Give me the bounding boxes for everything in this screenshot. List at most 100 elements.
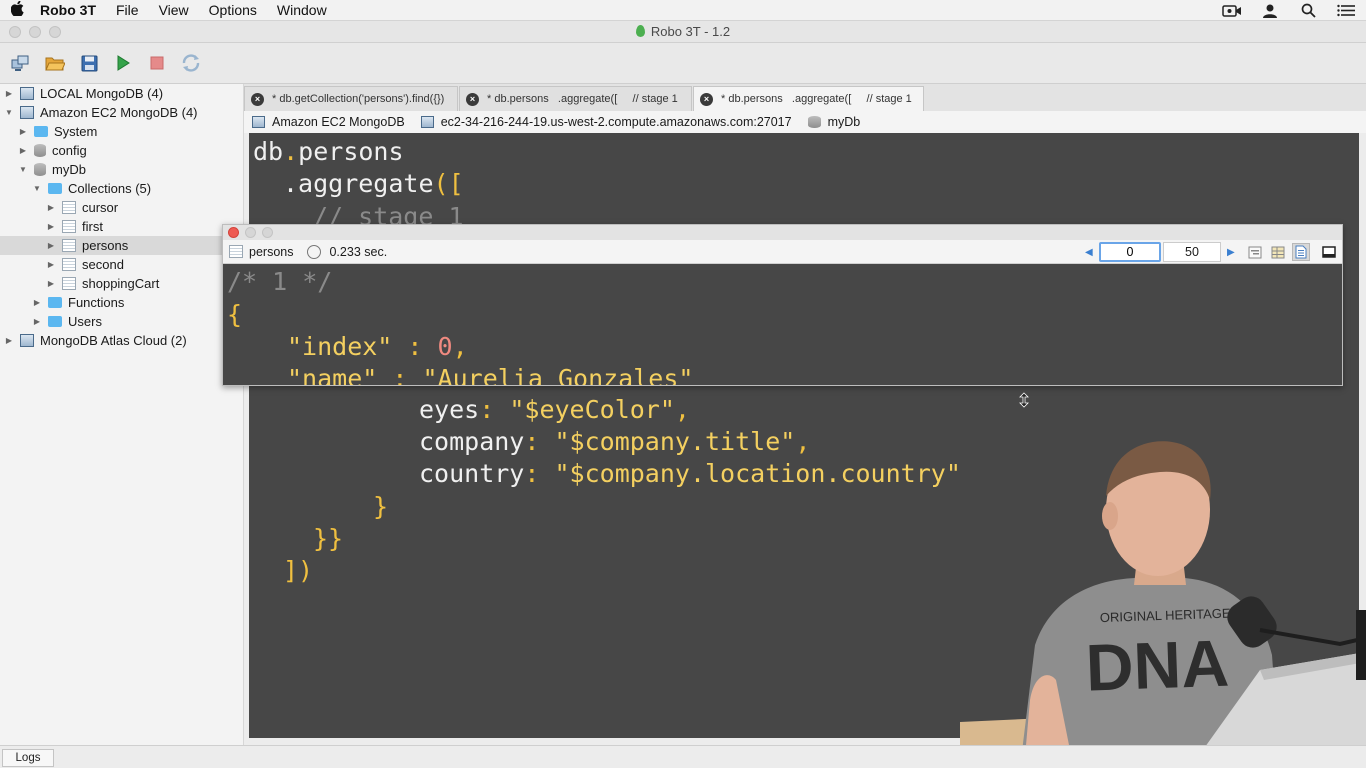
open-icon[interactable] bbox=[44, 52, 66, 74]
expand-arrow-icon[interactable]: ▶ bbox=[46, 279, 56, 288]
tree-item-label: cursor bbox=[82, 200, 119, 215]
tree-item-shoppingcart[interactable]: ▶ shoppingCart bbox=[0, 274, 243, 293]
status-bar: Logs bbox=[0, 745, 1366, 768]
close-tab-icon[interactable]: × bbox=[251, 92, 264, 106]
tree-item-amazon-ec2[interactable]: ▼ Amazon EC2 MongoDB (4) bbox=[0, 103, 243, 122]
code-token: , bbox=[452, 332, 468, 361]
tab-aggregate-2[interactable]: × * db.persons .aggregate([ // stage 1 bbox=[693, 86, 924, 111]
collapse-arrow-icon[interactable]: ▼ bbox=[32, 184, 42, 193]
connection-database-label: myDb bbox=[827, 115, 861, 129]
expand-arrow-icon[interactable]: ▶ bbox=[46, 241, 56, 250]
presenter-webcam: ORIGINAL HERITAGE DNA bbox=[960, 430, 1366, 768]
results-pager: ◀ 50 ▶ bbox=[1079, 240, 1342, 264]
host-icon bbox=[420, 116, 434, 128]
query-tab-bar: × * db.getCollection('persons').find({})… bbox=[244, 84, 1366, 111]
apple-icon[interactable] bbox=[0, 0, 34, 20]
expand-arrow-icon[interactable]: ▶ bbox=[46, 260, 56, 269]
code-token: : bbox=[392, 364, 408, 385]
database-icon bbox=[34, 163, 46, 176]
code-token: "name" bbox=[287, 364, 378, 385]
tree-item-mydb[interactable]: ▼ myDb bbox=[0, 160, 243, 179]
camera-icon[interactable] bbox=[1222, 3, 1242, 19]
text-view-icon[interactable] bbox=[1292, 243, 1310, 261]
maximize-panel-icon[interactable] bbox=[1320, 243, 1338, 261]
tree-item-label: Users bbox=[68, 314, 102, 329]
prev-page-icon[interactable]: ◀ bbox=[1085, 247, 1093, 258]
list-icon[interactable] bbox=[1336, 3, 1356, 19]
window-title-text: Robo 3T - 1.2 bbox=[650, 24, 731, 39]
menu-app-name[interactable]: Robo 3T bbox=[34, 0, 106, 21]
tree-item-label: shoppingCart bbox=[82, 276, 160, 291]
tree-item-system[interactable]: ▶ System bbox=[0, 122, 243, 141]
menu-options[interactable]: Options bbox=[199, 0, 267, 21]
close-results-button[interactable] bbox=[228, 227, 239, 238]
expand-arrow-icon[interactable]: ▶ bbox=[4, 89, 14, 98]
expand-arrow-icon[interactable]: ▶ bbox=[18, 146, 28, 155]
results-header: persons 0.233 sec. ◀ 50 ▶ bbox=[223, 240, 1342, 264]
search-icon[interactable] bbox=[1298, 3, 1318, 19]
connect-icon[interactable] bbox=[10, 52, 32, 74]
code-token: : bbox=[524, 427, 540, 456]
maximize-results-button[interactable] bbox=[262, 227, 273, 238]
result-doc-comment: /* 1 */ bbox=[227, 267, 333, 296]
user-icon[interactable] bbox=[1260, 3, 1280, 19]
next-page-icon[interactable]: ▶ bbox=[1227, 247, 1235, 258]
tree-item-functions[interactable]: ▶ Functions bbox=[0, 293, 243, 312]
folder-icon bbox=[48, 183, 62, 194]
tab-aggregate-1[interactable]: × * db.persons .aggregate([ // stage 1 bbox=[459, 86, 692, 111]
server-icon bbox=[20, 106, 34, 119]
connection-host: ec2-34-216-244-19.us-west-2.compute.amaz… bbox=[420, 115, 792, 129]
code-line-2: .aggregate([ bbox=[283, 168, 464, 201]
tree-item-label: Amazon EC2 MongoDB (4) bbox=[40, 105, 198, 120]
close-tab-icon[interactable]: × bbox=[700, 92, 713, 106]
code-line-close-bracket: ]) bbox=[283, 556, 314, 585]
refresh-icon[interactable] bbox=[180, 52, 202, 74]
menu-file[interactable]: File bbox=[106, 0, 149, 21]
code-token: company bbox=[419, 427, 525, 456]
expand-arrow-icon[interactable]: ▶ bbox=[18, 127, 28, 136]
clock-icon bbox=[307, 244, 322, 259]
collapse-arrow-icon[interactable]: ▼ bbox=[4, 108, 14, 117]
tree-item-cursor[interactable]: ▶ cursor bbox=[0, 198, 243, 217]
tree-item-collections[interactable]: ▼ Collections (5) bbox=[0, 179, 243, 198]
run-icon[interactable] bbox=[112, 52, 134, 74]
connection-database: myDb bbox=[807, 115, 861, 129]
table-view-icon[interactable] bbox=[1269, 243, 1287, 261]
code-token: "Aurelia Gonzales" bbox=[422, 364, 694, 385]
tree-item-label: Collections (5) bbox=[68, 181, 152, 196]
database-icon bbox=[34, 144, 46, 157]
close-tab-icon[interactable]: × bbox=[466, 92, 479, 106]
minimize-results-button[interactable] bbox=[245, 227, 256, 238]
code-token: "$company.location.country" bbox=[554, 459, 961, 488]
expand-arrow-icon[interactable]: ▶ bbox=[32, 317, 42, 326]
save-icon[interactable] bbox=[78, 52, 100, 74]
tree-item-second[interactable]: ▶ second bbox=[0, 255, 243, 274]
tree-item-users[interactable]: ▶ Users bbox=[0, 312, 243, 331]
menu-view[interactable]: View bbox=[149, 0, 199, 21]
folder-icon bbox=[48, 297, 62, 308]
tree-item-first[interactable]: ▶ first bbox=[0, 217, 243, 236]
expand-arrow-icon[interactable]: ▶ bbox=[46, 203, 56, 212]
tree-view-icon[interactable] bbox=[1246, 243, 1264, 261]
tree-item-atlas-cloud[interactable]: ▶ MongoDB Atlas Cloud (2) bbox=[0, 331, 243, 350]
expand-arrow-icon[interactable]: ▶ bbox=[32, 298, 42, 307]
stop-icon[interactable] bbox=[146, 52, 168, 74]
results-text-view[interactable]: /* 1 */ { "index" : 0, "name" : "Aurelia… bbox=[223, 264, 1342, 385]
tab-find-persons[interactable]: × * db.getCollection('persons').find({}) bbox=[244, 86, 458, 111]
expand-arrow-icon[interactable]: ▶ bbox=[46, 222, 56, 231]
menu-window[interactable]: Window bbox=[267, 0, 337, 21]
tree-item-persons[interactable]: ▶ persons bbox=[0, 236, 243, 255]
page-start-input[interactable] bbox=[1099, 242, 1161, 262]
connection-server: Amazon EC2 MongoDB bbox=[252, 115, 405, 129]
page-size-input[interactable]: 50 bbox=[1163, 242, 1221, 262]
tree-item-label: System bbox=[54, 124, 98, 139]
code-token: "$eyeColor" bbox=[509, 395, 675, 424]
expand-arrow-icon[interactable]: ▶ bbox=[4, 336, 14, 345]
tree-item-config[interactable]: ▶ config bbox=[0, 141, 243, 160]
logs-button[interactable]: Logs bbox=[2, 749, 54, 767]
code-line-1: db.persons bbox=[253, 136, 404, 169]
tab-label: * db.getCollection('persons').find({}) bbox=[272, 93, 445, 105]
tree-item-label: Functions bbox=[68, 295, 125, 310]
tree-item-local-mongodb[interactable]: ▶ LOCAL MongoDB (4) bbox=[0, 84, 243, 103]
collapse-arrow-icon[interactable]: ▼ bbox=[18, 165, 28, 174]
